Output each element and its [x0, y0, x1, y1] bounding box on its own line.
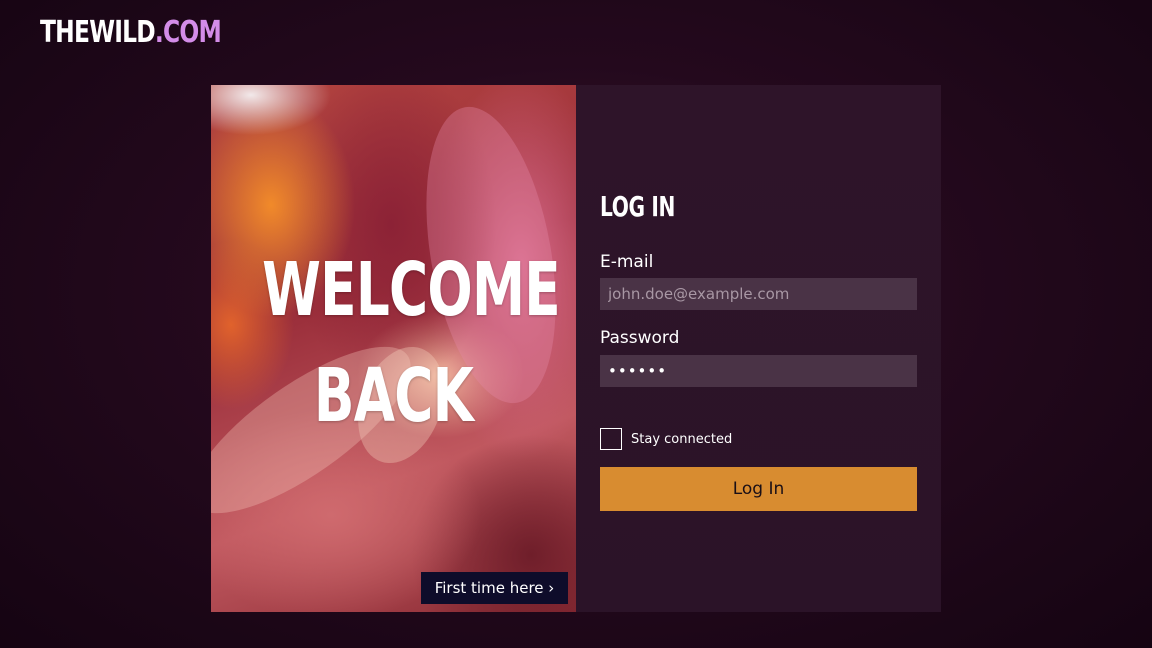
- stay-connected-checkbox[interactable]: [600, 428, 622, 450]
- password-label: Password: [600, 328, 680, 348]
- hero-image-panel: WELCOME BACK First time here ›: [211, 85, 576, 612]
- logo-brand-text: THEWILD: [40, 15, 156, 50]
- logo-domain-text: .COM: [154, 15, 222, 50]
- login-title: LOG IN: [600, 190, 676, 223]
- stay-connected-row: Stay connected: [600, 427, 732, 451]
- welcome-line: WELCOME: [262, 247, 561, 333]
- email-field[interactable]: [600, 278, 917, 310]
- stay-connected-label: Stay connected: [631, 431, 733, 447]
- login-form-panel: LOG IN E-mail Password Stay connected Lo…: [576, 85, 941, 612]
- back-line: BACK: [313, 353, 474, 439]
- welcome-heading: WELCOME BACK: [211, 237, 576, 449]
- email-label: E-mail: [600, 252, 654, 272]
- login-button[interactable]: Log In: [600, 467, 917, 511]
- login-card: WELCOME BACK First time here › LOG IN E-…: [211, 85, 941, 612]
- password-field[interactable]: [600, 355, 917, 387]
- site-logo[interactable]: THEWILD.COM: [40, 14, 222, 52]
- first-time-here-link[interactable]: First time here ›: [421, 572, 568, 604]
